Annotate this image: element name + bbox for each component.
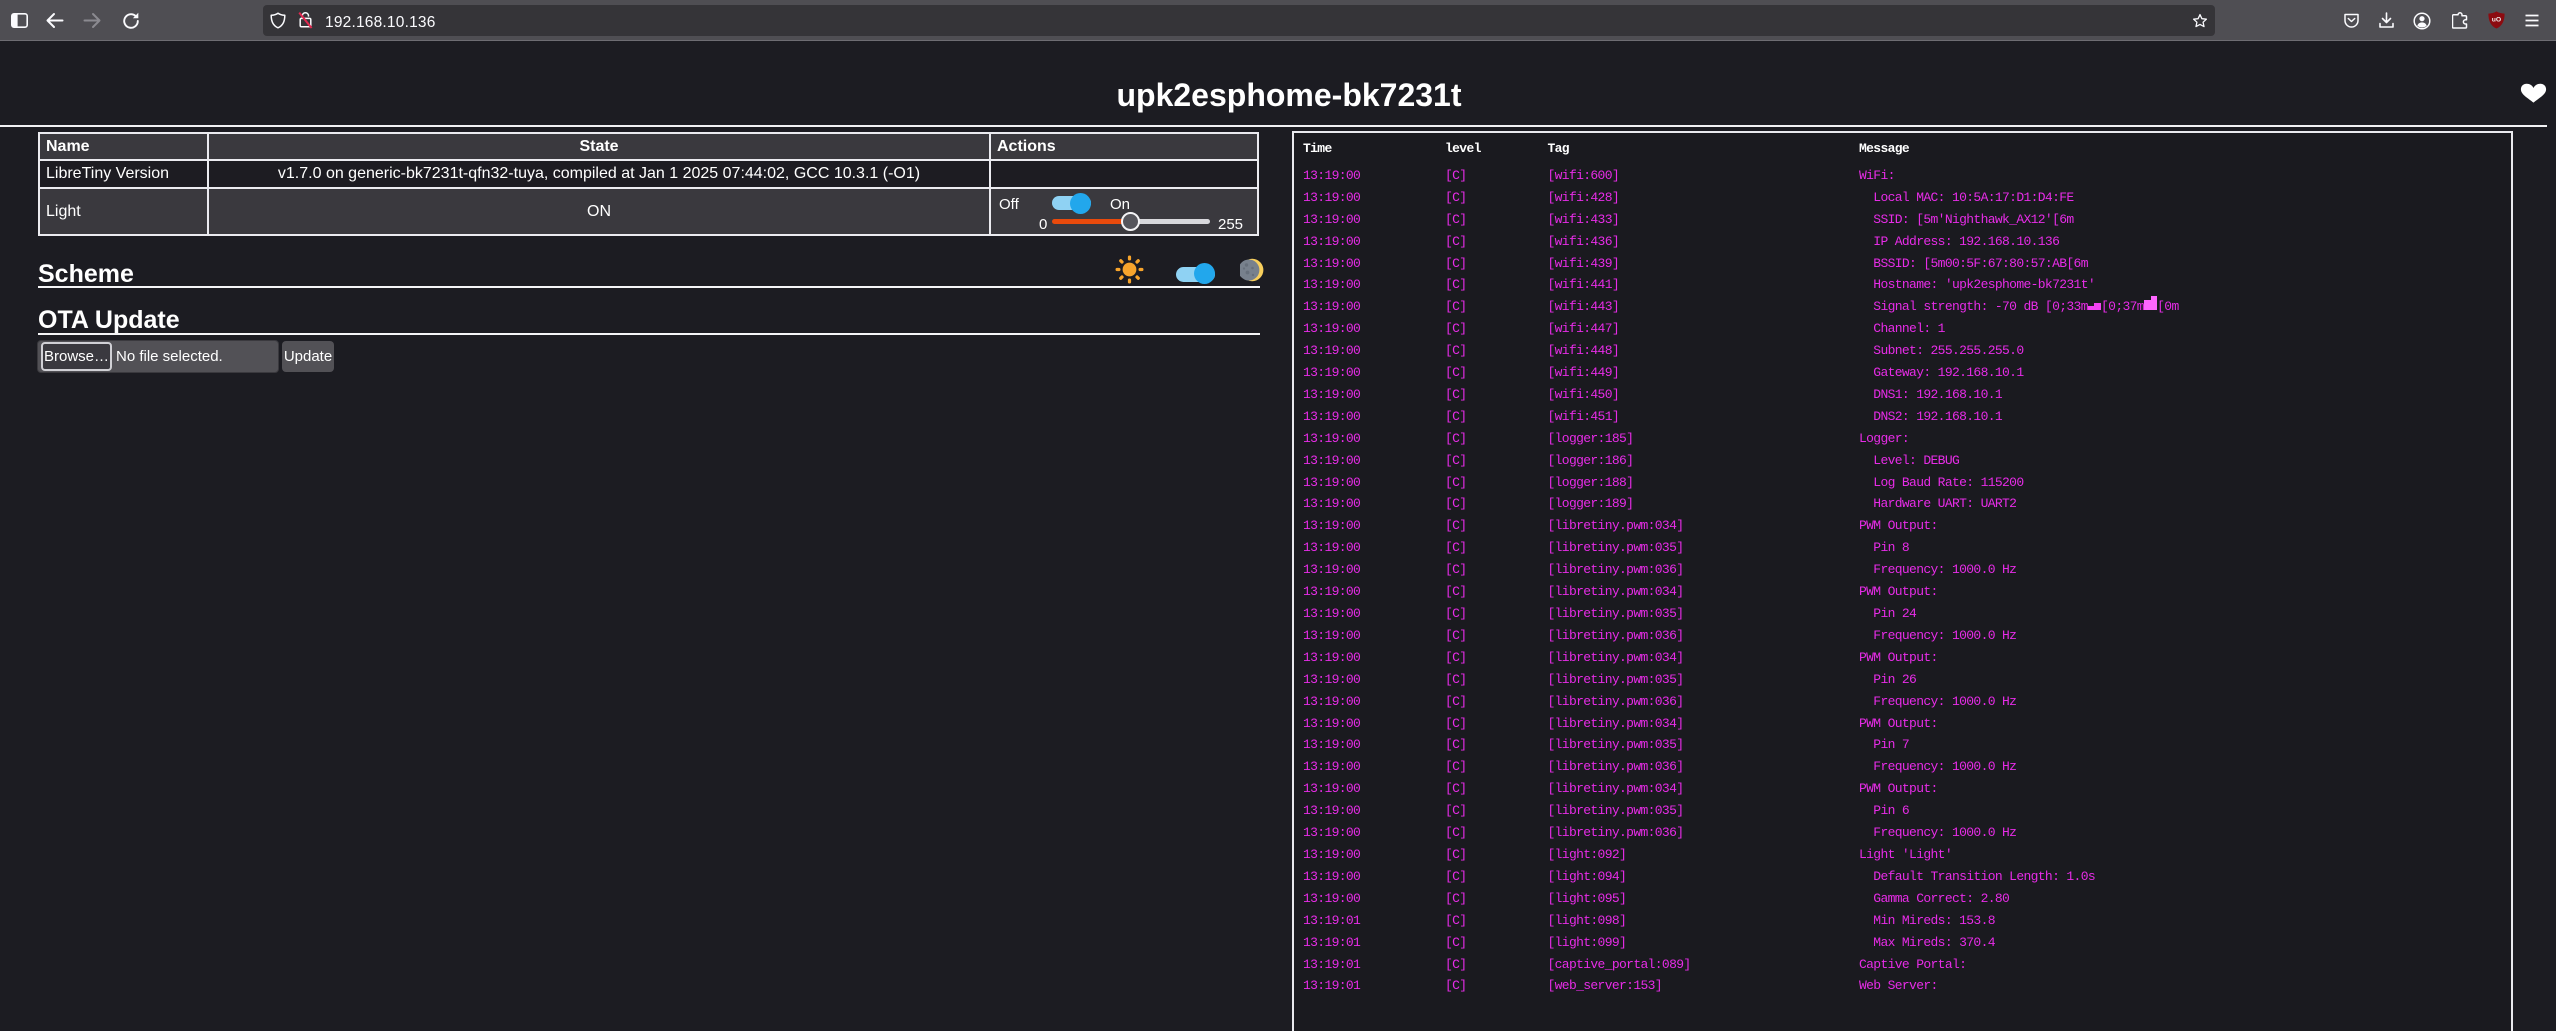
svg-text:uO: uO [2492,17,2501,24]
